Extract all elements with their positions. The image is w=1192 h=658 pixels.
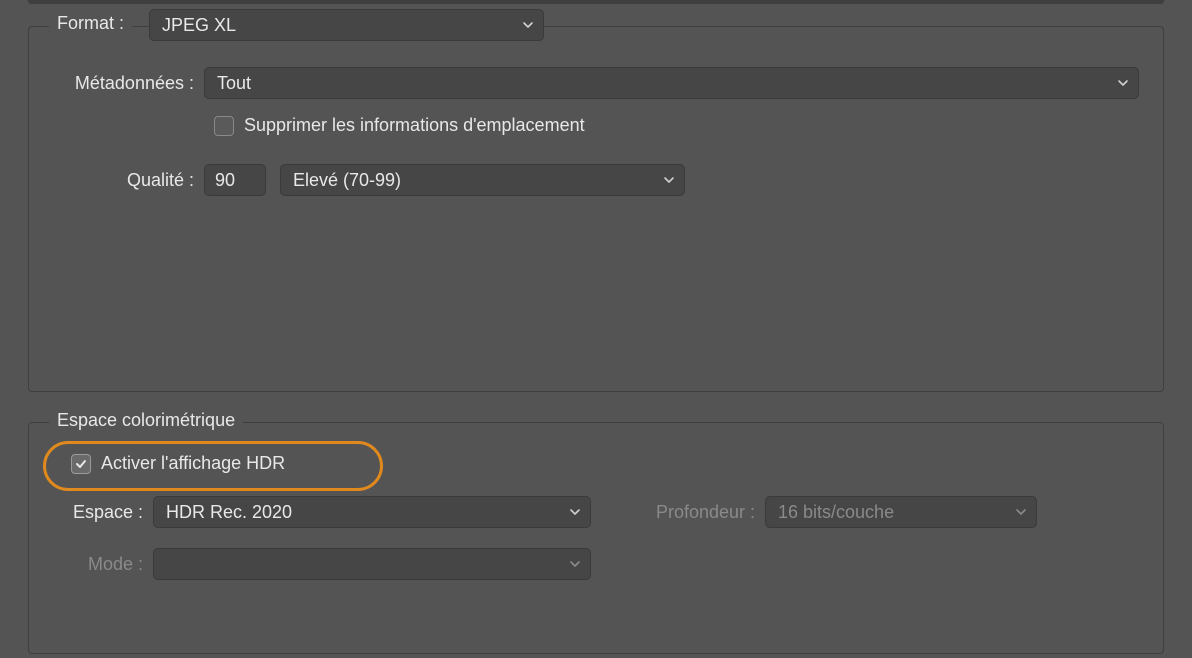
quality-preset-select[interactable]: Elevé (70-99) (280, 164, 685, 196)
hdr-checkbox-label: Activer l'affichage HDR (101, 453, 285, 474)
top-divider (28, 0, 1164, 4)
quality-preset-value: Elevé (70-99) (293, 170, 401, 191)
metadata-label: Métadonnées : (59, 73, 204, 94)
suppress-location-label: Supprimer les informations d'emplacement (244, 115, 585, 136)
metadata-select-value: Tout (217, 73, 251, 94)
chevron-down-icon (1116, 76, 1130, 90)
mode-select[interactable] (153, 548, 591, 580)
chevron-down-icon (568, 557, 582, 571)
quality-input[interactable] (204, 164, 266, 196)
format-legend: Format : (49, 13, 132, 34)
chevron-down-icon (1014, 505, 1028, 519)
suppress-location-checkbox[interactable] (214, 116, 234, 136)
colorspace-group: Espace colorimétrique Activer l'affichag… (28, 422, 1164, 654)
hdr-checkbox[interactable] (71, 454, 91, 474)
chevron-down-icon (521, 18, 535, 32)
format-select[interactable]: JPEG XL (149, 9, 544, 41)
metadata-select[interactable]: Tout (204, 67, 1139, 99)
format-select-value: JPEG XL (162, 15, 236, 36)
quality-label: Qualité : (59, 170, 204, 191)
space-label: Espace : (57, 502, 153, 523)
depth-select[interactable]: 16 bits/couche (765, 496, 1037, 528)
space-select-value: HDR Rec. 2020 (166, 502, 292, 523)
depth-select-value: 16 bits/couche (778, 502, 894, 523)
chevron-down-icon (568, 505, 582, 519)
depth-label: Profondeur : (615, 502, 765, 523)
colorspace-legend: Espace colorimétrique (49, 410, 243, 431)
chevron-down-icon (662, 173, 676, 187)
space-select[interactable]: HDR Rec. 2020 (153, 496, 591, 528)
format-group: Format : JPEG XL Métadonnées : Tout Supp… (28, 26, 1164, 392)
mode-label: Mode : (57, 554, 153, 575)
